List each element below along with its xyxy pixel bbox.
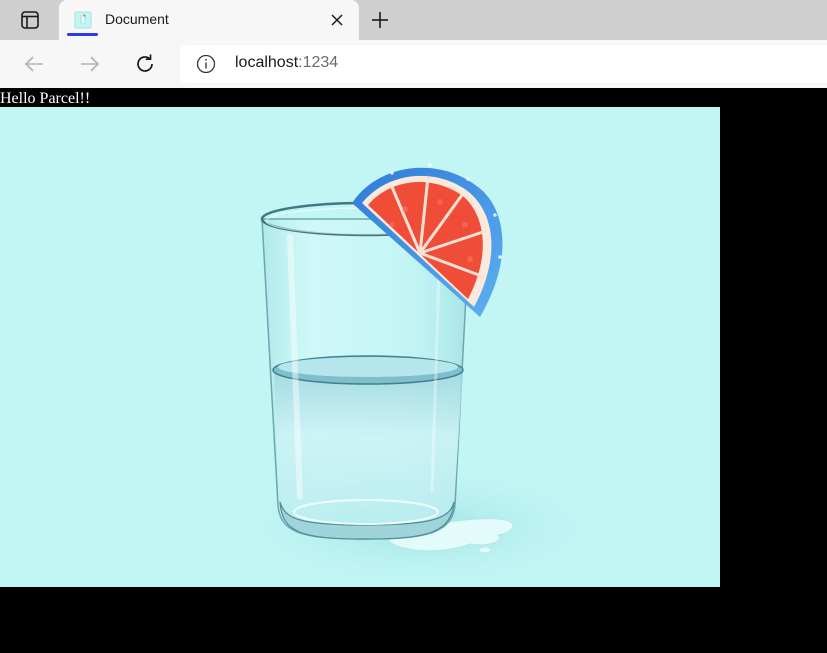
tab-actions-button[interactable]: [12, 4, 48, 36]
url-text: localhost:1234: [235, 54, 338, 72]
tab-close-button[interactable]: [327, 10, 347, 30]
browser-window: Document localhost:1234 Hello Parcel!!: [0, 0, 827, 653]
url-port: :1234: [298, 54, 339, 71]
tab-strip: Document: [0, 0, 827, 40]
plus-icon: [372, 12, 388, 28]
url-host: localhost: [235, 54, 299, 71]
document-favicon-icon: [74, 11, 92, 29]
glass-photo: [0, 107, 720, 587]
page-viewport: Hello Parcel!!: [0, 88, 827, 653]
address-bar[interactable]: localhost:1234: [180, 45, 827, 83]
new-tab-button[interactable]: [364, 4, 396, 36]
tab-loading-indicator: [67, 33, 98, 36]
tab-title: Document: [105, 11, 169, 27]
arrow-left-icon: [24, 56, 43, 72]
close-icon: [331, 14, 343, 26]
info-icon[interactable]: [196, 54, 216, 74]
refresh-icon: [137, 54, 153, 72]
glass-with-grapefruit-image: [210, 163, 630, 587]
navigation-toolbar: localhost:1234: [0, 40, 827, 128]
tab-actions-icon: [21, 11, 39, 29]
page-heading: Hello Parcel!!: [0, 90, 91, 107]
tab-document[interactable]: Document: [59, 0, 359, 40]
arrow-right-icon: [81, 56, 100, 72]
forward-button[interactable]: [74, 48, 106, 80]
back-button[interactable]: [18, 48, 50, 80]
refresh-button[interactable]: [129, 48, 161, 80]
